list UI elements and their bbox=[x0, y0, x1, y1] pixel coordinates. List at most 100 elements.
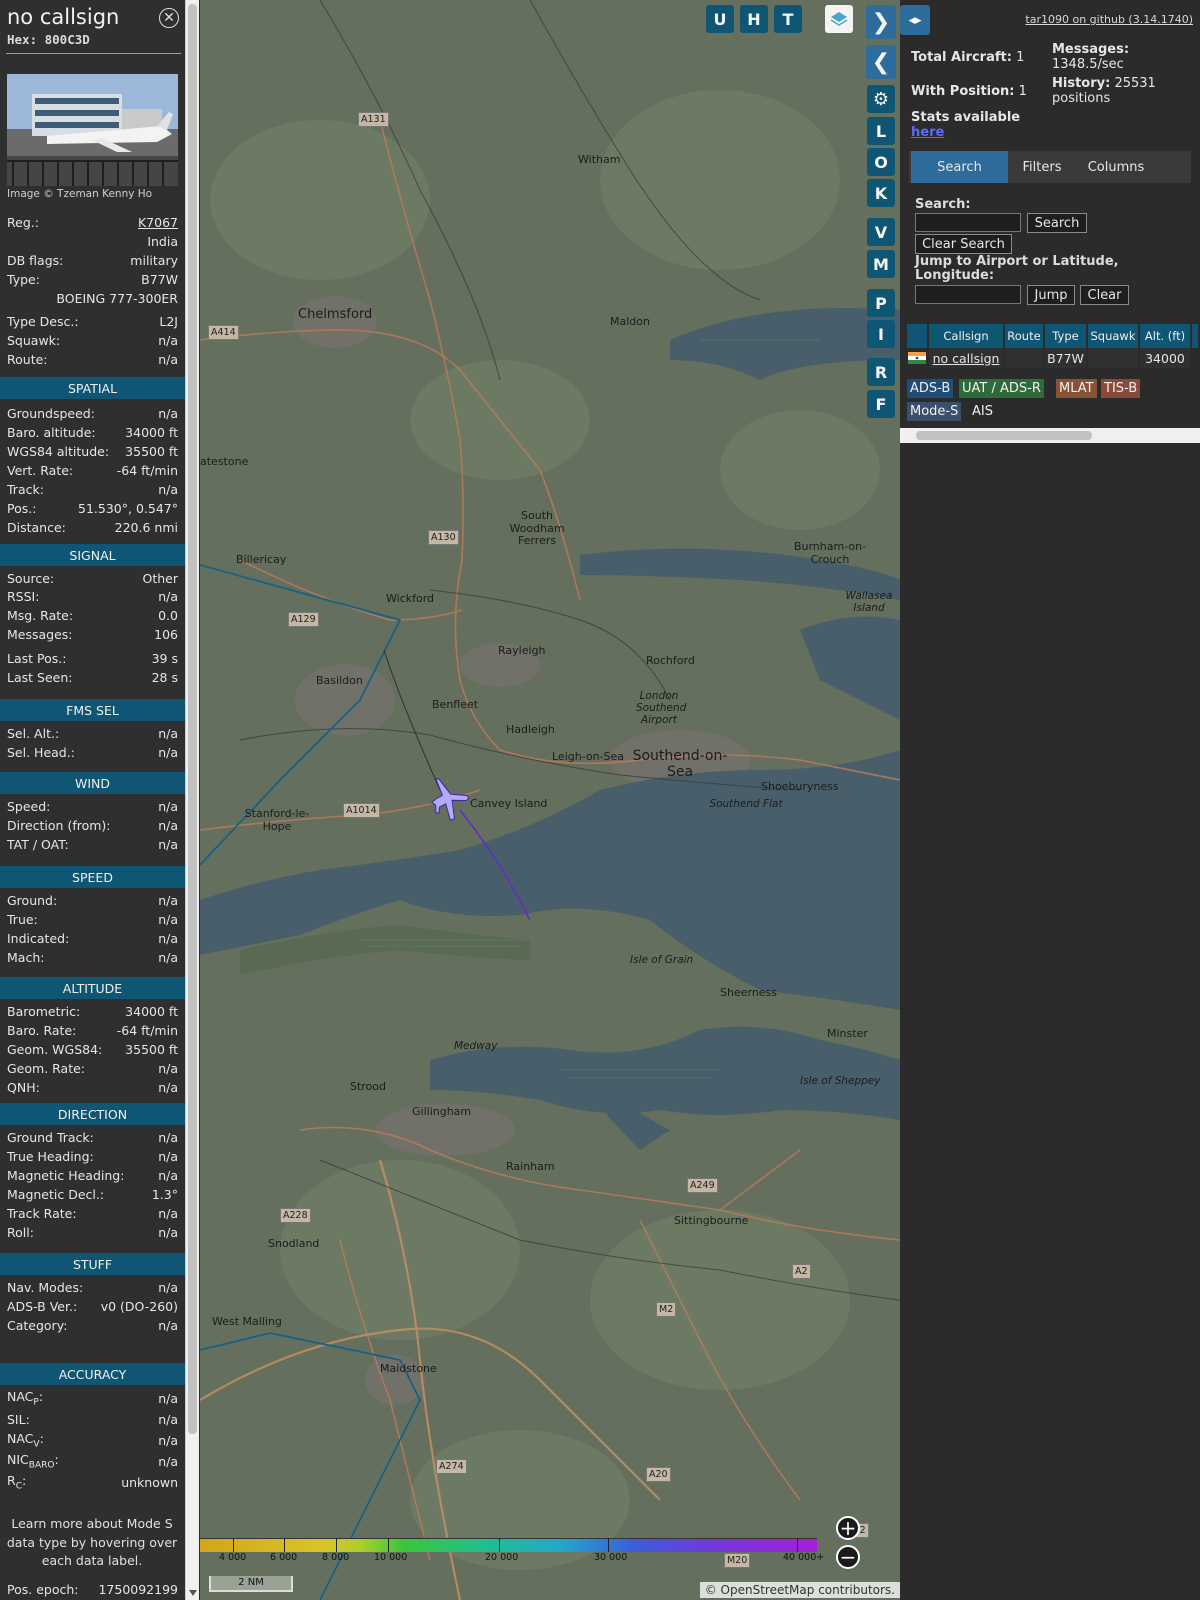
field-label[interactable]: WGS84 altitude: bbox=[7, 444, 109, 459]
field-label[interactable]: QNH: bbox=[7, 1080, 40, 1095]
collapse-left-button[interactable]: ❮ bbox=[866, 45, 896, 79]
toggle-k-button[interactable]: K bbox=[867, 179, 895, 207]
source-filter-mode-s[interactable]: Mode-S bbox=[907, 402, 962, 421]
field-label[interactable]: NIC bbox=[7, 1452, 29, 1467]
field-label[interactable]: Source: bbox=[7, 571, 54, 586]
search-input[interactable] bbox=[915, 213, 1021, 232]
field-label[interactable]: Sel. Alt.: bbox=[7, 726, 59, 741]
field-label[interactable]: RSSI: bbox=[7, 589, 39, 604]
scrollbar-thumb[interactable] bbox=[188, 4, 197, 1434]
close-icon[interactable]: ✕ bbox=[159, 8, 179, 28]
field-label-wrap[interactable]: NACV: bbox=[7, 1431, 44, 1450]
field-label[interactable]: NAC bbox=[7, 1389, 33, 1404]
field-label[interactable]: Vert. Rate: bbox=[7, 463, 73, 478]
column-header-overflow[interactable] bbox=[1192, 324, 1200, 348]
toggle-u-button[interactable]: U bbox=[706, 5, 734, 33]
toggle-h-button[interactable]: H bbox=[740, 5, 768, 33]
settings-button[interactable]: ⚙ bbox=[867, 85, 895, 113]
field-label[interactable]: SIL: bbox=[7, 1412, 30, 1427]
toggle-f-button[interactable]: F bbox=[867, 390, 895, 418]
field-label-wrap[interactable]: NACP: bbox=[7, 1389, 43, 1408]
jump-button[interactable]: Jump bbox=[1027, 285, 1075, 305]
cell-callsign[interactable]: no callsign bbox=[929, 348, 1005, 368]
toggle-o-button[interactable]: O bbox=[867, 148, 895, 176]
source-filter-ads-b[interactable]: ADS-B bbox=[907, 379, 954, 398]
field-label[interactable]: Indicated: bbox=[7, 931, 69, 946]
field-label[interactable]: Track Rate: bbox=[7, 1206, 77, 1221]
field-label[interactable]: Msg. Rate: bbox=[7, 608, 73, 623]
field-label[interactable]: R bbox=[7, 1473, 16, 1488]
scroll-down-arrow-icon[interactable] bbox=[189, 1590, 197, 1596]
map-canvas[interactable]: Chelmsford Maldon Witham South Woodham Ferr… bbox=[200, 0, 900, 1600]
field-label[interactable]: Category: bbox=[7, 1318, 67, 1333]
source-filter-uat-ads-r[interactable]: UAT / ADS-R bbox=[959, 379, 1044, 398]
column-header-flag[interactable] bbox=[907, 324, 929, 348]
column-header-route[interactable]: Route bbox=[1005, 324, 1045, 348]
toggle-l-button[interactable]: L bbox=[867, 117, 895, 145]
field-label-wrap[interactable]: NICBARO: bbox=[7, 1452, 59, 1471]
column-header-squawk[interactable]: Squawk bbox=[1088, 324, 1140, 348]
tab-search[interactable]: Search bbox=[911, 151, 1008, 183]
osm-link[interactable]: OpenStreetMap bbox=[721, 1583, 815, 1597]
source-filter-mlat[interactable]: MLAT bbox=[1056, 379, 1097, 398]
toggle-m-button[interactable]: M bbox=[867, 250, 895, 278]
field-label[interactable]: Ground: bbox=[7, 893, 57, 908]
aircraft-photo[interactable] bbox=[7, 74, 178, 186]
field-label[interactable]: Speed: bbox=[7, 799, 50, 814]
toggle-v-button[interactable]: V bbox=[867, 218, 895, 246]
field-label[interactable]: Messages: bbox=[7, 627, 73, 642]
field-label[interactable]: Magnetic Heading: bbox=[7, 1168, 124, 1183]
toggle-width-button[interactable]: ◂▸ bbox=[900, 5, 930, 35]
field-label[interactable]: Baro. altitude: bbox=[7, 425, 96, 440]
field-label[interactable]: Last Seen: bbox=[7, 670, 72, 685]
field-label[interactable]: Nav. Modes: bbox=[7, 1280, 83, 1295]
field-label[interactable]: Sel. Head.: bbox=[7, 745, 75, 760]
stats-link[interactable]: here bbox=[911, 125, 944, 140]
field-label-wrap[interactable]: SIL: bbox=[7, 1412, 30, 1427]
field-label[interactable]: Roll: bbox=[7, 1225, 34, 1240]
clear-search-button[interactable]: Clear Search bbox=[915, 234, 1012, 254]
field-label[interactable]: Pos.: bbox=[7, 501, 36, 516]
field-label[interactable]: NAC bbox=[7, 1431, 33, 1446]
search-button[interactable]: Search bbox=[1027, 213, 1087, 233]
field-label[interactable]: TAT / OAT: bbox=[7, 837, 69, 852]
zoom-in-button[interactable]: + bbox=[836, 1516, 860, 1540]
source-filter-tis-b[interactable]: TIS-B bbox=[1101, 379, 1141, 398]
field-label[interactable]: Geom. Rate: bbox=[7, 1061, 85, 1076]
jump-input[interactable] bbox=[915, 285, 1021, 304]
field-label[interactable]: Track: bbox=[7, 482, 44, 497]
toggle-t-button[interactable]: T bbox=[774, 5, 802, 33]
source-filter-ais[interactable]: AIS bbox=[969, 402, 996, 421]
field-label[interactable]: ADS-B Ver.: bbox=[7, 1299, 77, 1314]
field-label[interactable]: Geom. WGS84: bbox=[7, 1042, 102, 1057]
aircraft-marker-icon[interactable] bbox=[428, 778, 470, 824]
layers-button[interactable] bbox=[825, 5, 853, 33]
field-label[interactable]: Distance: bbox=[7, 520, 66, 535]
field-label[interactable]: Mach: bbox=[7, 950, 44, 965]
field-label[interactable]: Baro. Rate: bbox=[7, 1023, 76, 1038]
field-label-wrap[interactable]: RC: bbox=[7, 1473, 26, 1492]
field-label[interactable]: Ground Track: bbox=[7, 1130, 94, 1145]
toggle-p-button[interactable]: P bbox=[867, 289, 895, 317]
tab-filters[interactable]: Filters bbox=[1011, 151, 1073, 183]
registration-link[interactable]: K7067 bbox=[138, 215, 178, 230]
field-label[interactable]: Direction (from): bbox=[7, 818, 111, 833]
field-label[interactable]: True: bbox=[7, 912, 38, 927]
scrollbar-thumb[interactable] bbox=[916, 431, 1092, 440]
field-label[interactable]: Magnetic Decl.: bbox=[7, 1187, 104, 1202]
toggle-i-button[interactable]: I bbox=[867, 320, 895, 348]
tab-columns[interactable]: Columns bbox=[1076, 151, 1156, 183]
info-panel-scrollbar[interactable] bbox=[185, 0, 199, 1600]
expand-right-button[interactable]: ❯ bbox=[866, 5, 896, 39]
version-link[interactable]: tar1090 on github (3.14.1740) bbox=[1025, 13, 1193, 26]
zoom-out-button[interactable]: − bbox=[836, 1545, 860, 1569]
field-label[interactable]: Groundspeed: bbox=[7, 406, 95, 421]
column-header-type[interactable]: Type bbox=[1045, 324, 1088, 348]
field-label[interactable]: Barometric: bbox=[7, 1004, 80, 1019]
table-horizontal-scrollbar[interactable] bbox=[900, 428, 1200, 443]
field-label[interactable]: Last Pos.: bbox=[7, 651, 66, 666]
clear-button[interactable]: Clear bbox=[1080, 285, 1129, 305]
column-header-callsign[interactable]: Callsign bbox=[929, 324, 1005, 348]
column-header-altitude[interactable]: Alt. (ft) bbox=[1140, 324, 1192, 348]
toggle-r-button[interactable]: R bbox=[867, 358, 895, 386]
